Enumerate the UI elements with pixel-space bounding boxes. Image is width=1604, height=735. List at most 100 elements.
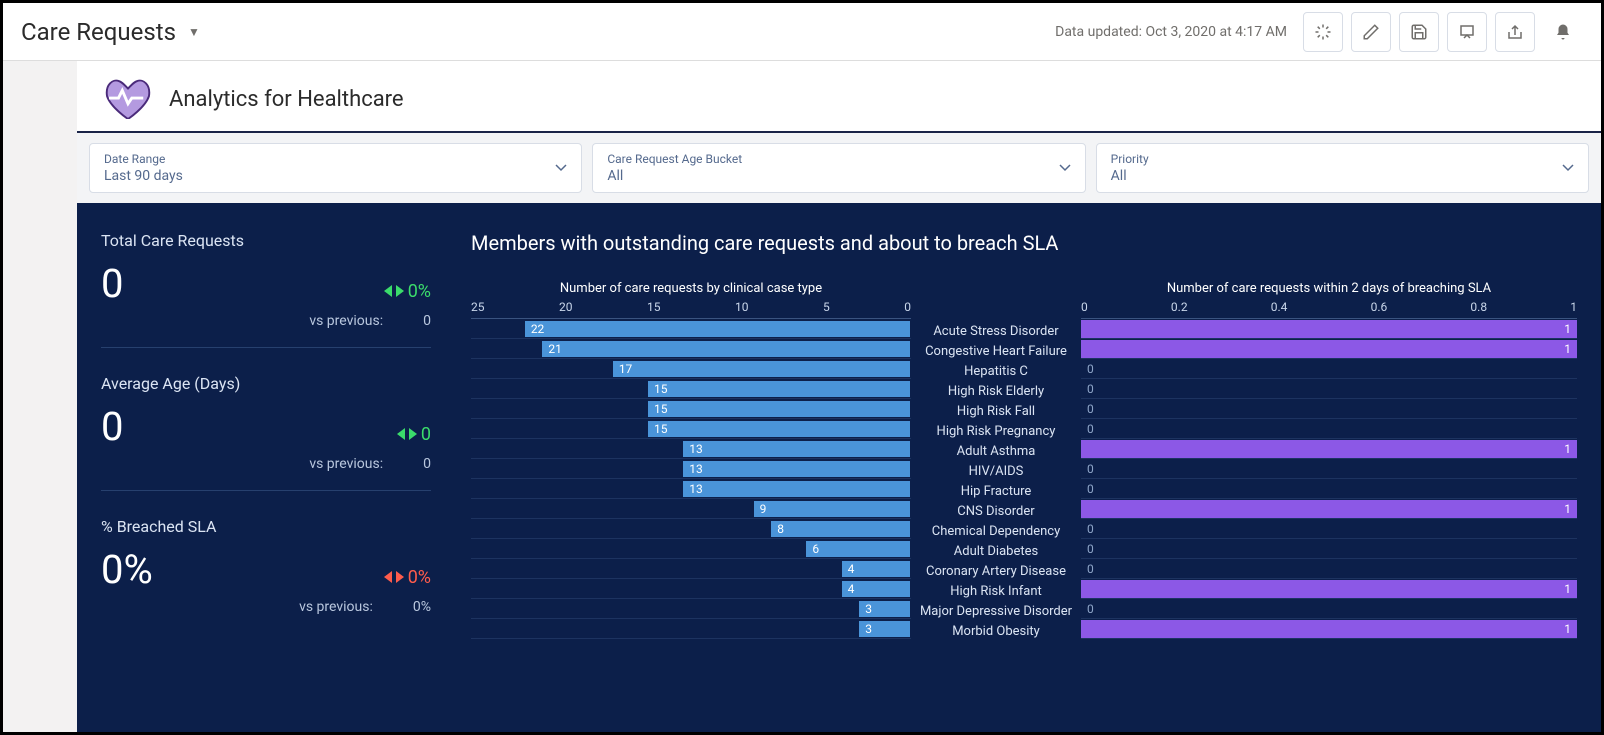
filter-label: Care Request Age Bucket [607, 152, 742, 166]
axis-tick: 0.2 [1171, 300, 1188, 314]
filter-priority[interactable]: Priority All [1096, 143, 1589, 193]
topbar-right: Data updated: Oct 3, 2020 at 4:17 AM [1055, 12, 1583, 52]
kpi-breached-sla: % Breached SLA 0% 0% vs previous: 0% [101, 517, 431, 633]
category-label: Morbid Obesity [911, 621, 1081, 641]
bar-zero-label: 0 [1087, 382, 1094, 396]
bar-row[interactable]: 15 [471, 399, 911, 419]
bar: 6 [805, 540, 911, 558]
bar-row[interactable]: 21 [471, 339, 911, 359]
category-label: Adult Asthma [911, 441, 1081, 461]
save-button[interactable] [1399, 12, 1439, 52]
category-labels: Acute Stress DisorderCongestive Heart Fa… [911, 281, 1081, 641]
share-button[interactable] [1495, 12, 1535, 52]
bar-row[interactable]: 1 [1081, 619, 1577, 639]
filter-label: Priority [1111, 152, 1149, 166]
bar-zero-label: 0 [1087, 422, 1094, 436]
refresh-button[interactable] [1303, 12, 1343, 52]
sparkle-icon [1314, 23, 1332, 41]
bar: 1 [1081, 620, 1577, 638]
bar-row[interactable]: 15 [471, 419, 911, 439]
bar-row[interactable]: 0 [1081, 459, 1577, 479]
bar-row[interactable]: 4 [471, 559, 911, 579]
triangle-right-icon [396, 285, 404, 297]
bar-row[interactable]: 0 [1081, 539, 1577, 559]
bar-row[interactable]: 0 [1081, 559, 1577, 579]
kpi-vs-value: 0 [423, 313, 431, 329]
bar: 22 [524, 320, 911, 338]
filter-value: All [607, 168, 742, 184]
notifications-button[interactable] [1543, 12, 1583, 52]
bar-row[interactable]: 0 [1081, 519, 1577, 539]
bar: 9 [753, 500, 911, 518]
chart-column: Members with outstanding care requests a… [471, 231, 1577, 720]
axis-tick: 0.6 [1371, 300, 1388, 314]
bar-row[interactable]: 9 [471, 499, 911, 519]
share-icon [1506, 23, 1524, 41]
bar-row[interactable]: 3 [471, 619, 911, 639]
left-chart: Number of care requests by clinical case… [471, 281, 911, 641]
chevron-down-icon [555, 164, 567, 172]
bar-row[interactable]: 15 [471, 379, 911, 399]
bar-row[interactable]: 0 [1081, 419, 1577, 439]
bar-row[interactable]: 0 [1081, 399, 1577, 419]
bar-row[interactable]: 13 [471, 439, 911, 459]
axis-tick: 15 [647, 300, 661, 314]
bar-row[interactable]: 1 [1081, 439, 1577, 459]
category-label: High Risk Fall [911, 401, 1081, 421]
bar-row[interactable]: 1 [1081, 499, 1577, 519]
bar-row[interactable]: 0 [1081, 599, 1577, 619]
category-label: Chemical Dependency [911, 521, 1081, 541]
bar-row[interactable]: 0 [1081, 479, 1577, 499]
bar-row[interactable]: 8 [471, 519, 911, 539]
category-label: Hepatitis C [911, 361, 1081, 381]
triangle-left-icon [397, 428, 405, 440]
bar-row[interactable]: 6 [471, 539, 911, 559]
left-chart-subtitle: Number of care requests by clinical case… [471, 281, 911, 296]
kpi-average-age: Average Age (Days) 0 0 vs previous: 0 [101, 374, 431, 491]
kpi-vs-label: vs previous: [309, 313, 383, 329]
filter-priority-text: Priority All [1111, 152, 1149, 184]
bar-row[interactable]: 17 [471, 359, 911, 379]
bar-zero-label: 0 [1087, 522, 1094, 536]
filter-age-bucket[interactable]: Care Request Age Bucket All [592, 143, 1085, 193]
page-title-dropdown-icon[interactable]: ▼ [188, 25, 200, 39]
bar-row[interactable]: 0 [1081, 359, 1577, 379]
category-label: Acute Stress Disorder [911, 321, 1081, 341]
bell-icon [1554, 23, 1572, 41]
kpi-value: 0 [101, 403, 123, 450]
bar-row[interactable]: 13 [471, 459, 911, 479]
bar-zero-label: 0 [1087, 602, 1094, 616]
topbar-left: Care Requests ▼ [21, 18, 200, 46]
kpi-delta-value: 0% [408, 567, 431, 588]
axis-tick: 5 [823, 300, 830, 314]
kpi-vs-label: vs previous: [299, 599, 373, 615]
bar: 1 [1081, 500, 1577, 518]
filter-date-range-text: Date Range Last 90 days [104, 152, 183, 184]
bar-zero-label: 0 [1087, 542, 1094, 556]
bar-row[interactable]: 0 [1081, 379, 1577, 399]
bar: 4 [841, 580, 911, 598]
bar-row[interactable]: 1 [1081, 579, 1577, 599]
chart-title: Members with outstanding care requests a… [471, 231, 1577, 255]
edit-button[interactable] [1351, 12, 1391, 52]
bar-row[interactable]: 13 [471, 479, 911, 499]
chart-body: Number of care requests by clinical case… [471, 281, 1577, 641]
bar: 21 [541, 340, 911, 358]
bar-row[interactable]: 1 [1081, 339, 1577, 359]
bar-row[interactable]: 4 [471, 579, 911, 599]
kpi-vs-label: vs previous: [309, 456, 383, 472]
bar-zero-label: 0 [1087, 482, 1094, 496]
left-bars: 2221171515151313139864433 [471, 319, 911, 639]
category-label: Adult Diabetes [911, 541, 1081, 561]
app-header: Analytics for Healthcare [77, 61, 1601, 133]
bar-row[interactable]: 22 [471, 319, 911, 339]
axis-tick: 0.8 [1470, 300, 1487, 314]
kpi-label: Average Age (Days) [101, 374, 431, 393]
axis-tick: 0.4 [1271, 300, 1288, 314]
filter-date-range[interactable]: Date Range Last 90 days [89, 143, 582, 193]
axis-tick: 0 [904, 300, 911, 314]
bar-row[interactable]: 3 [471, 599, 911, 619]
present-button[interactable] [1447, 12, 1487, 52]
kpi-delta: 0% [384, 567, 431, 588]
bar-row[interactable]: 1 [1081, 319, 1577, 339]
